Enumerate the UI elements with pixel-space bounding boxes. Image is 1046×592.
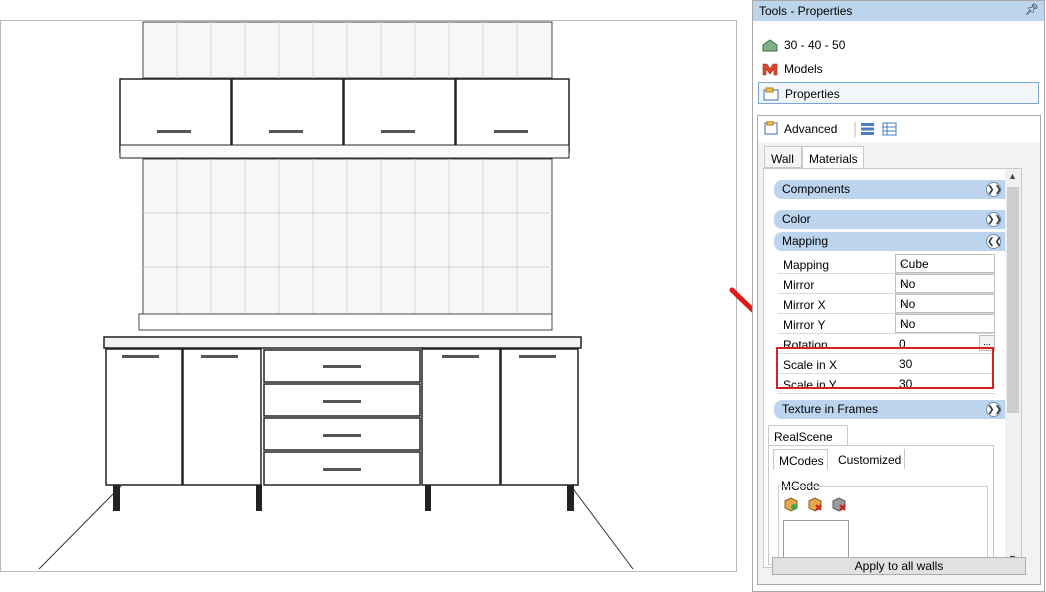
nav-label-models: Models (784, 62, 823, 76)
section-label: Color (782, 212, 811, 226)
toolbar-separator (854, 122, 856, 137)
mirror-x-select[interactable]: No ⌵ (895, 294, 995, 313)
chevron-down-icon: ⌵ (900, 298, 907, 308)
add-mcode-icon[interactable] (783, 496, 799, 512)
base-cabinets (105, 348, 579, 486)
section-label: Texture in Frames (782, 402, 879, 416)
tools-properties-panel: Tools - Properties 📌︎ 30 - 40 - 50 Model… (752, 0, 1045, 592)
nav-label-properties: Properties (785, 87, 840, 101)
expand-icon[interactable]: ❯❯ (986, 402, 1002, 417)
delete-mcode-icon[interactable] (807, 496, 823, 512)
realscene-panel: MCodes Customized MCode (768, 445, 994, 565)
mirror-select[interactable]: No ⌵ (895, 274, 995, 293)
scroll-thumb[interactable] (1007, 187, 1019, 413)
advanced-icon[interactable] (764, 121, 779, 136)
tab-mcodes[interactable]: MCodes (773, 449, 828, 470)
mapping-select[interactable]: Cube ⌵ (895, 254, 995, 273)
floor-line-left (38, 485, 122, 570)
chevron-down-icon: ⌵ (900, 278, 907, 288)
property-row-mirror-y: Mirror Y No ⌵ (778, 314, 995, 334)
collapse-icon[interactable]: ❮❮ (986, 234, 1002, 249)
tab-materials[interactable]: Materials (802, 146, 864, 169)
mirror-y-select[interactable]: No ⌵ (895, 314, 995, 333)
kitchen-drawing (38, 21, 634, 570)
panel-title-bar: Tools - Properties 📌︎ (753, 1, 1044, 21)
delete-all-mcode-icon[interactable] (831, 496, 847, 512)
advanced-toolbar: Advanced (758, 116, 1040, 142)
expand-icon[interactable]: ❯❯ (986, 212, 1002, 227)
expand-icon[interactable]: ❯❯ (986, 182, 1002, 197)
properties-icon (763, 87, 779, 101)
vertical-scrollbar[interactable]: ▲ ▼ (1005, 169, 1021, 567)
materials-tab-page: Components ❯❯ Color ❯❯ Mapping ❮❮ Mappin… (763, 168, 1022, 568)
tab-realscene[interactable]: RealScene 2.0 (768, 425, 848, 458)
apply-to-all-walls-button[interactable]: Apply to all walls (772, 557, 1026, 575)
wall-cabinets (119, 78, 570, 159)
property-name: Mirror Y (783, 318, 826, 332)
nav-label-project: 30 - 40 - 50 (784, 38, 846, 52)
properties-inner-panel: Advanced Wall Materials Components ❯❯ Co… (757, 115, 1041, 585)
house-icon (762, 39, 778, 52)
chevron-down-icon: ⌵ (900, 318, 907, 328)
floor-line-right (570, 485, 634, 570)
list-view-icon[interactable] (860, 122, 875, 136)
property-name: Mirror X (783, 298, 826, 312)
table-view-icon[interactable] (882, 122, 897, 136)
cabinet-legs (113, 485, 574, 511)
section-texture-in-frames[interactable]: Texture in Frames ❯❯ (774, 400, 1007, 419)
property-row-mirror-x: Mirror X No ⌵ (778, 294, 995, 314)
tab-customized[interactable]: Customized (831, 449, 905, 469)
section-label: Components (782, 182, 851, 196)
nav-item-models[interactable]: Models (758, 58, 1039, 80)
property-row-mapping: Mapping Cube ⌵ (778, 254, 995, 274)
countertop (103, 336, 582, 349)
scroll-up-icon[interactable]: ▲ (1008, 171, 1017, 181)
tab-wall[interactable]: Wall (764, 146, 802, 168)
section-components[interactable]: Components ❯❯ (774, 180, 1007, 199)
mcode-list[interactable] (783, 520, 849, 562)
nav-item-project[interactable]: 30 - 40 - 50 (758, 34, 1039, 56)
section-label: Mapping (782, 234, 829, 248)
panel-title: Tools - Properties (759, 4, 853, 18)
nav-item-properties[interactable]: Properties (758, 82, 1039, 104)
3d-viewport[interactable] (0, 20, 737, 572)
section-color[interactable]: Color ❯❯ (774, 210, 1007, 229)
property-row-mirror: Mirror No ⌵ (778, 274, 995, 294)
models-icon (762, 63, 778, 76)
pin-icon[interactable]: 📌︎ (1025, 3, 1039, 16)
section-mapping[interactable]: Mapping ❮❮ (774, 232, 1007, 251)
scale-highlight-box (776, 347, 994, 389)
property-name: Mapping (783, 258, 830, 272)
chevron-down-icon: ⌵ (900, 258, 907, 268)
advanced-label[interactable]: Advanced (784, 122, 837, 136)
property-name: Mirror (783, 278, 815, 292)
